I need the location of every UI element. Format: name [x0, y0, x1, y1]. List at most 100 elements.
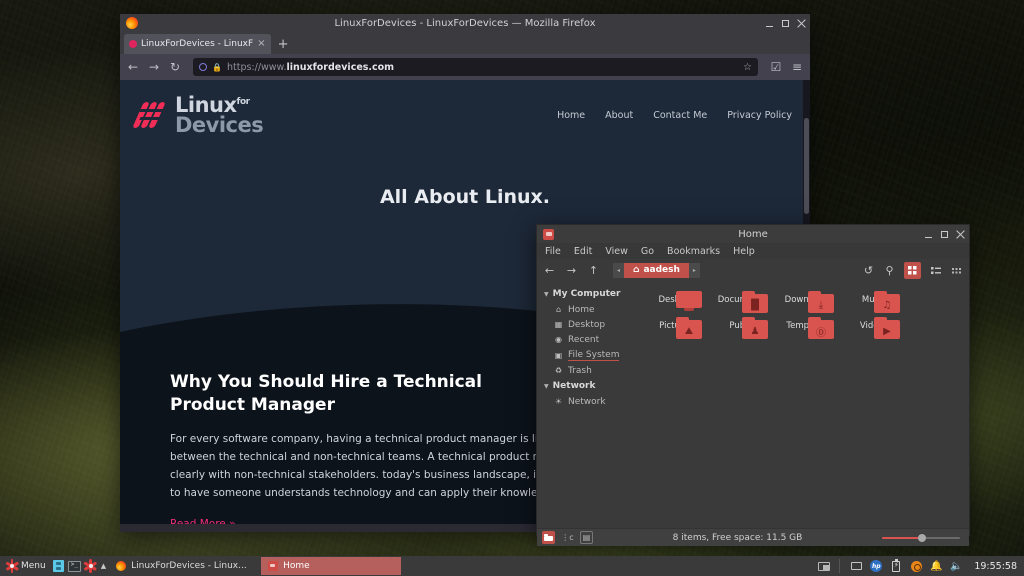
hero-heading: All About Linux. — [120, 186, 810, 208]
zoom-slider[interactable] — [882, 533, 960, 543]
scrollbar-thumb[interactable] — [804, 118, 809, 214]
read-more-link[interactable]: Read More » — [170, 518, 236, 524]
filemanager-titlebar[interactable]: Home — [537, 225, 969, 243]
launcher-file-manager[interactable] — [52, 559, 66, 573]
filemanager-sidebar: ▼ My Computer ⌂ Home ▦ Desktop ◉ Recent … — [537, 281, 631, 528]
fm-forward-button[interactable]: → — [565, 264, 578, 277]
menu-view[interactable]: View — [605, 246, 628, 257]
taskbar-item-home[interactable]: Home — [261, 557, 401, 575]
path-scroll-left-icon[interactable]: ◂ — [613, 263, 624, 278]
show-desktop-button[interactable] — [814, 557, 834, 575]
clock[interactable]: 19:55:58 — [969, 561, 1022, 572]
battery-icon[interactable] — [890, 560, 902, 572]
forward-button[interactable]: → — [147, 60, 161, 74]
file-item[interactable]: Ⓓ Templates — [775, 317, 841, 331]
new-tab-button[interactable]: + — [271, 36, 296, 54]
fm-up-button[interactable]: ↑ — [587, 264, 600, 277]
update-icon[interactable] — [910, 560, 922, 572]
sidebar-group-my-computer[interactable]: ▼ My Computer — [537, 286, 631, 302]
sidebar-item-desktop[interactable]: ▦ Desktop — [537, 317, 631, 332]
fm-icon-view-button[interactable] — [904, 262, 921, 279]
sidebar-group-network[interactable]: ▼ Network — [537, 378, 631, 394]
globe-icon: ☀ — [554, 397, 563, 406]
fm-reload-icon[interactable]: ↺ — [862, 264, 875, 277]
nav-link-home[interactable]: Home — [557, 110, 585, 121]
status-pane-button[interactable]: ▤ — [580, 531, 593, 544]
sidebar-item-trash[interactable]: ♻ Trash — [537, 363, 631, 378]
file-item[interactable]: █ Documents — [709, 291, 775, 305]
filemanager-close-button[interactable] — [956, 230, 965, 239]
menu-file[interactable]: File — [545, 246, 561, 257]
fm-search-icon[interactable]: ⚲ — [883, 264, 896, 277]
start-menu-button[interactable]: Menu — [2, 557, 50, 575]
file-item[interactable]: ▶ Videos — [841, 317, 907, 331]
sidebar-item-network[interactable]: ☀ Network — [537, 394, 631, 409]
tab-title: LinuxForDevices - LinuxF — [141, 39, 253, 49]
logo-text: Linuxfor Devices — [175, 96, 263, 136]
sidebar-item-label: File System — [568, 350, 619, 361]
menu-bookmarks[interactable]: Bookmarks — [667, 246, 720, 257]
show-desktop-icon — [818, 562, 830, 571]
hamburger-menu-icon[interactable]: ≡ — [790, 60, 804, 74]
hp-icon[interactable]: hp — [870, 560, 882, 572]
sidebar-item-home[interactable]: ⌂ Home — [537, 302, 631, 317]
nav-link-about[interactable]: About — [605, 110, 633, 121]
sidebar-item-recent[interactable]: ◉ Recent — [537, 332, 631, 347]
firefox-close-button[interactable] — [797, 19, 806, 28]
url-bar[interactable]: 🔒 https://www.linuxfordevices.com ☆ — [193, 58, 758, 76]
taskbar-item-firefox[interactable]: LinuxForDevices - Linux... — [109, 557, 259, 575]
filemanager-minimize-button[interactable] — [924, 230, 933, 239]
sidebar-item-label: Network — [568, 397, 606, 407]
tracking-shield-icon[interactable] — [199, 63, 207, 71]
slider-fill — [882, 537, 919, 539]
breadcrumb-aadesh[interactable]: ⌂ aadesh — [624, 263, 689, 278]
show-hidden-caret-icon[interactable]: ▲ — [100, 562, 107, 570]
file-list-area[interactable]: Desktop █ Documents ⤓ Downloads ♫ Music … — [631, 281, 969, 528]
lock-icon[interactable]: 🔒 — [212, 63, 222, 72]
path-scroll-right-icon[interactable]: ▸ — [689, 263, 700, 278]
menu-edit[interactable]: Edit — [574, 246, 592, 257]
firefox-navbar: ← → ↻ 🔒 https://www.linuxfordevices.com … — [120, 54, 810, 80]
file-item[interactable]: ♫ Music — [841, 291, 907, 305]
firefox-maximize-button[interactable] — [781, 19, 790, 28]
back-button[interactable]: ← — [126, 60, 140, 74]
filemanager-maximize-button[interactable] — [940, 230, 949, 239]
fm-list-view-button[interactable] — [929, 264, 942, 277]
menu-go[interactable]: Go — [641, 246, 654, 257]
bookmark-star-icon[interactable]: ☆ — [743, 62, 752, 73]
sidebar-item-label: Recent — [568, 335, 599, 345]
browser-tab[interactable]: LinuxForDevices - LinuxF × — [124, 34, 271, 54]
sidebar-item-label: Trash — [568, 366, 592, 376]
launcher-menu-star[interactable] — [84, 559, 98, 573]
pocket-icon[interactable]: ☑ — [769, 60, 783, 74]
file-manager-window: Home File Edit View Go Bookmarks Help ← … — [536, 224, 970, 536]
reload-button[interactable]: ↻ — [168, 60, 182, 74]
nav-link-privacy-policy[interactable]: Privacy Policy — [727, 110, 792, 121]
file-item[interactable]: Desktop — [643, 291, 709, 305]
firefox-minimize-button[interactable] — [765, 19, 774, 28]
site-logo[interactable]: Linuxfor Devices — [138, 96, 263, 136]
status-folder-button[interactable] — [542, 531, 555, 544]
fm-back-button[interactable]: ← — [543, 264, 556, 277]
filemanager-toolbar: ← → ↑ ◂ ⌂ aadesh ▸ ↺ ⚲ — [537, 259, 969, 281]
firefox-titlebar[interactable]: LinuxForDevices - LinuxForDevices — Mozi… — [120, 14, 810, 32]
file-item[interactable]: ♟ Public — [709, 317, 775, 331]
firefox-window-title: LinuxForDevices - LinuxForDevices — Mozi… — [120, 18, 810, 29]
display-icon[interactable] — [850, 560, 862, 572]
article-title: Why You Should Hire a Technical Product … — [170, 371, 535, 417]
launcher-terminal[interactable] — [68, 559, 82, 573]
sidebar-item-file-system[interactable]: ▣ File System — [537, 347, 631, 363]
status-terminal-button[interactable]: ⋮c — [561, 531, 574, 544]
filemanager-body: ▼ My Computer ⌂ Home ▦ Desktop ◉ Recent … — [537, 281, 969, 528]
tab-close-icon[interactable]: × — [257, 39, 265, 49]
file-item[interactable]: ⤓ Downloads — [775, 291, 841, 305]
slider-knob[interactable] — [918, 534, 926, 542]
fm-compact-view-button[interactable] — [950, 264, 963, 277]
filemanager-app-icon — [543, 229, 554, 240]
url-text: https://www.linuxfordevices.com — [227, 62, 394, 73]
bell-icon[interactable]: 🔔 — [930, 560, 942, 572]
menu-help[interactable]: Help — [733, 246, 755, 257]
volume-icon[interactable]: 🔈 — [950, 560, 962, 572]
nav-link-contact-me[interactable]: Contact Me — [653, 110, 707, 121]
file-item[interactable]: ⛰ Pictures — [643, 317, 709, 331]
